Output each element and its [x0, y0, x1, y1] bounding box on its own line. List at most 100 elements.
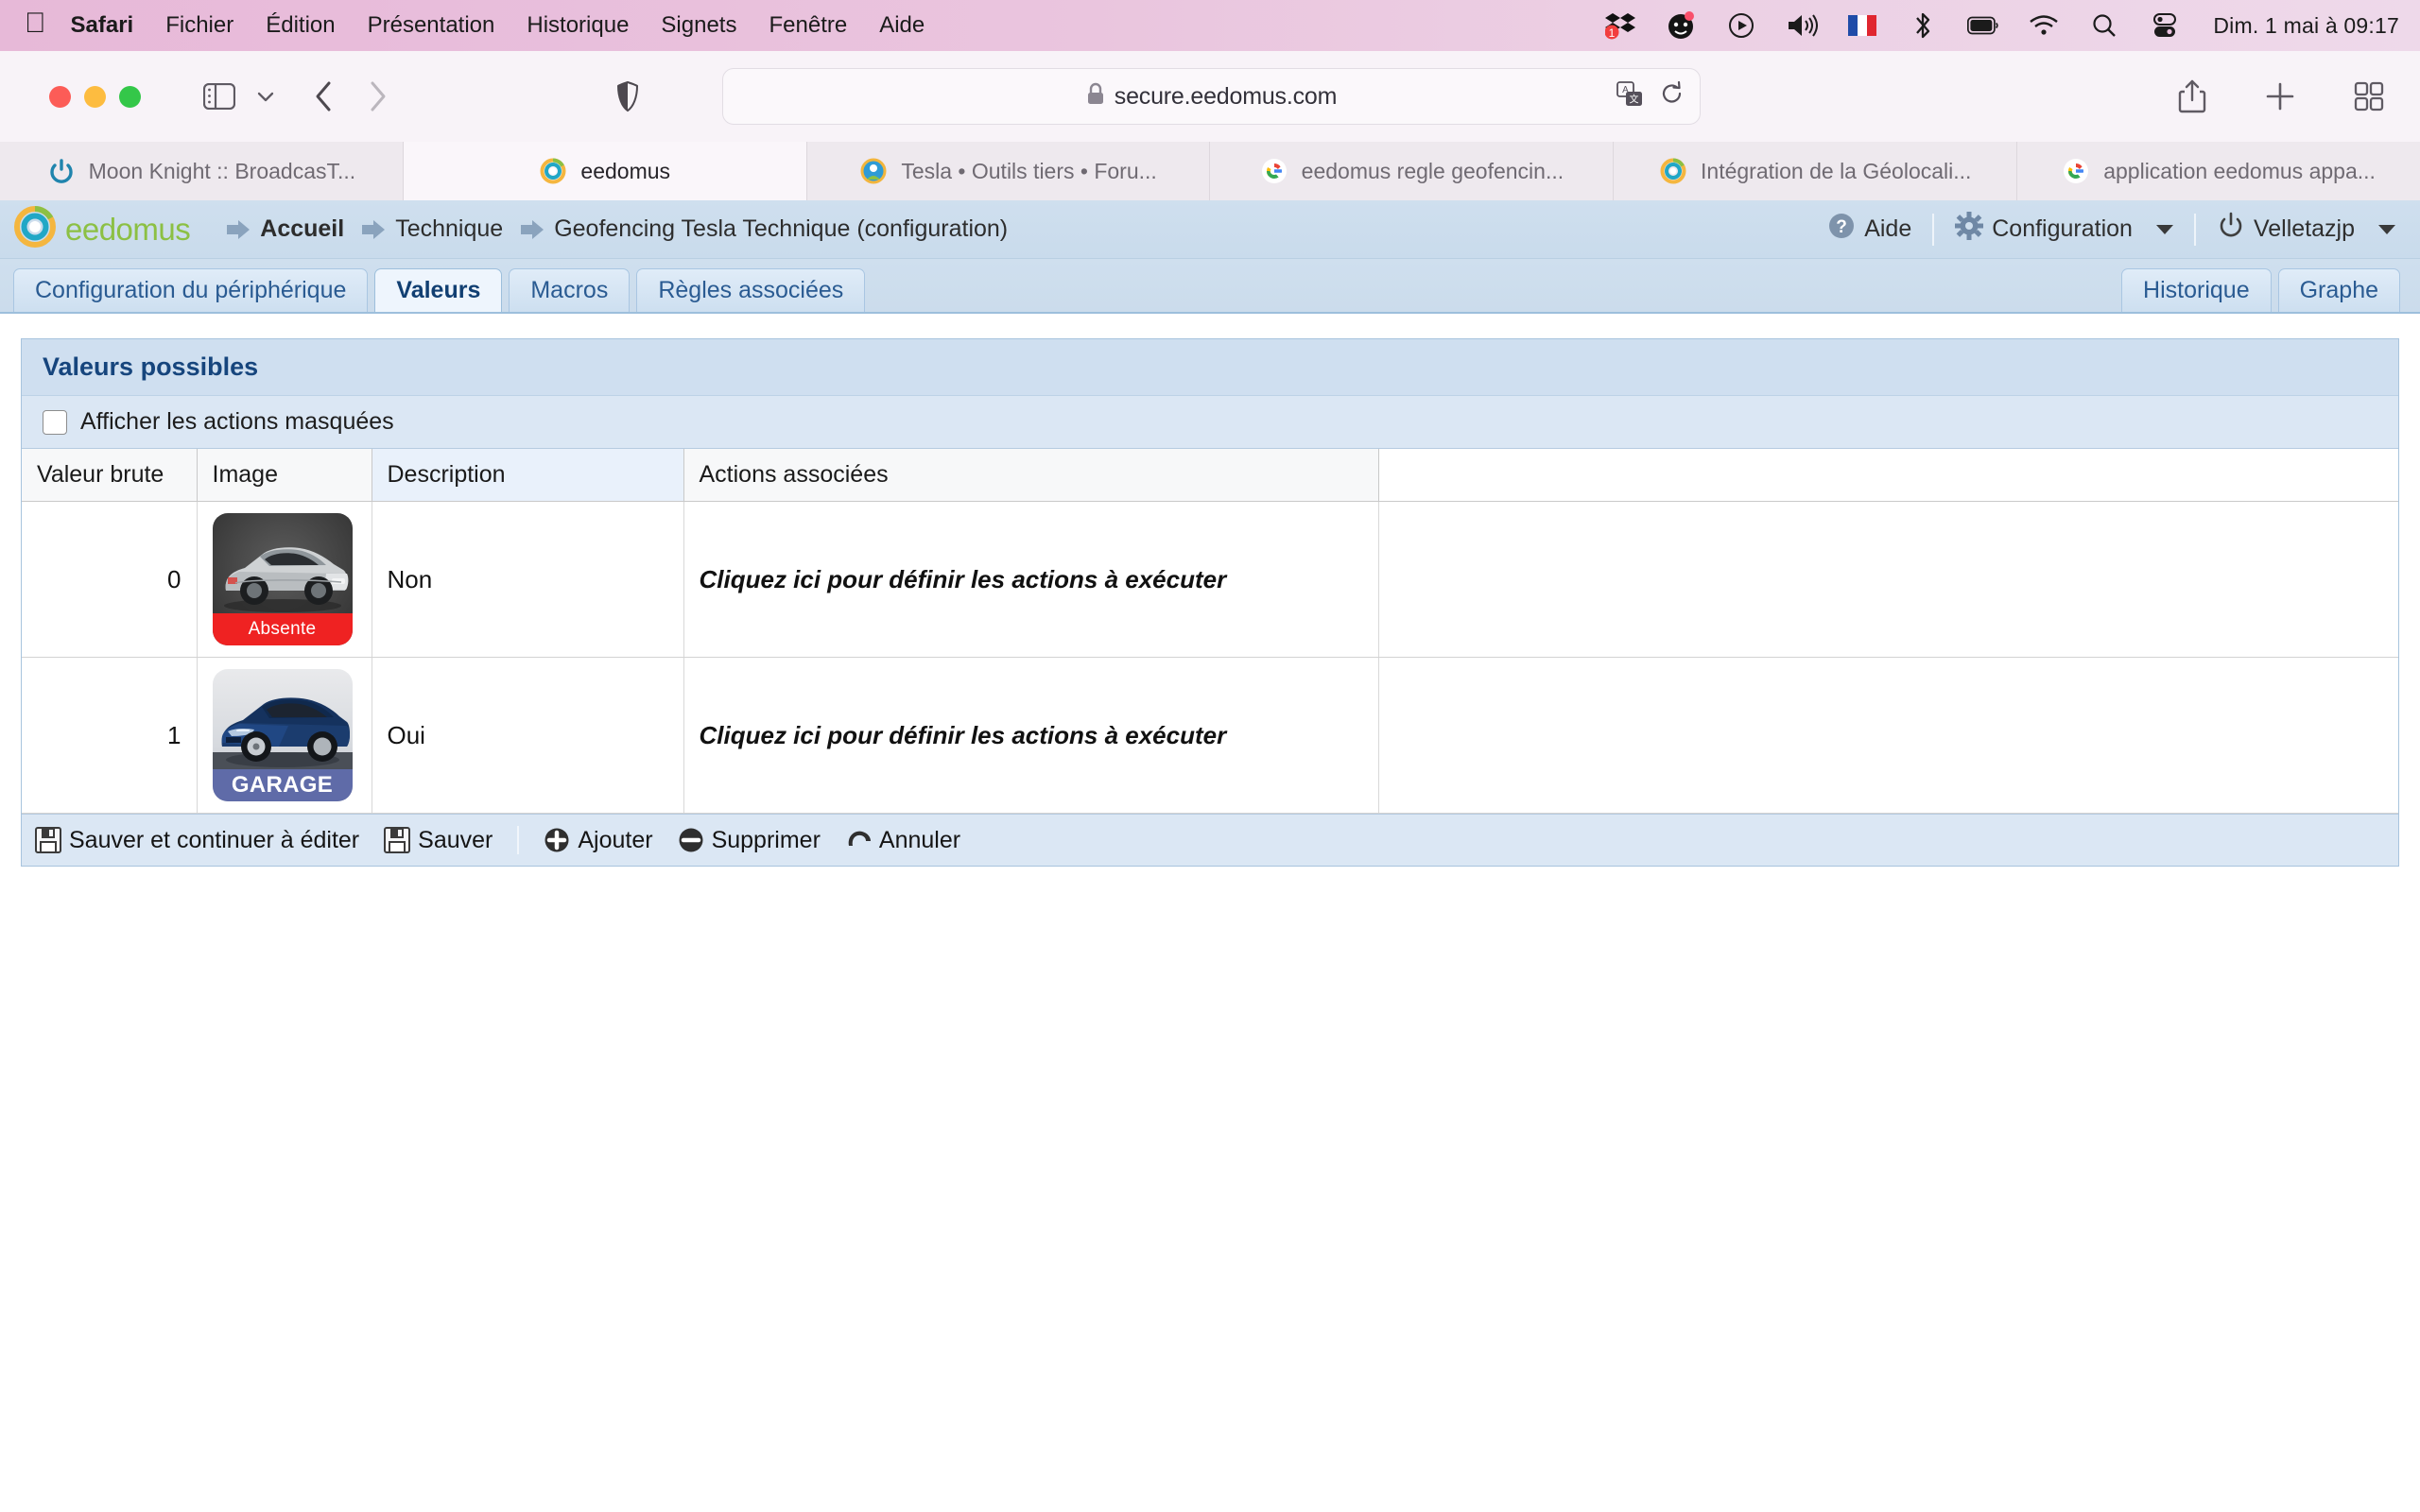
minimize-window-button[interactable]: [84, 85, 106, 108]
eedomus-header-actions: ? Aide Configuration Velletazjp: [1827, 212, 2395, 247]
playback-icon[interactable]: [1725, 9, 1757, 42]
chevron-down-icon[interactable]: [256, 90, 275, 103]
eedomus-header: eedomus Accueil Technique Geofencing Tes…: [0, 200, 2420, 259]
browser-tab-tesla-forum[interactable]: Tesla • Outils tiers • Foru...: [807, 142, 1211, 200]
breadcrumb-item-current[interactable]: Geofencing Tesla Technique (configuratio…: [520, 215, 1008, 243]
save-floppy-icon: [384, 827, 411, 853]
eedomus-logo-icon: [13, 205, 57, 253]
browser-tab-geolocalisation[interactable]: Intégration de la Géolocali...: [1614, 142, 2018, 200]
tab-regles-associees[interactable]: Règles associées: [636, 268, 866, 312]
cell-spacer: [1378, 657, 2398, 814]
table-row[interactable]: 0 Absente Non Cliquez ici pour définir l…: [22, 501, 2398, 658]
menu-bar-status-area: 1 Dim. 1 mai à 09:17: [1604, 9, 2399, 42]
chevron-down-icon[interactable]: [2378, 224, 2395, 234]
undo-icon: [845, 827, 872, 853]
menu-bar-clock[interactable]: Dim. 1 mai à 09:17: [2213, 13, 2399, 39]
browser-tab-label: Tesla • Outils tiers • Foru...: [901, 158, 1157, 183]
column-description[interactable]: Description: [372, 449, 684, 502]
menu-item-edition[interactable]: Édition: [266, 12, 335, 39]
forward-button[interactable]: [368, 80, 389, 112]
power-icon: [2217, 212, 2245, 247]
menu-item-safari[interactable]: Safari: [71, 12, 134, 39]
apple-logo-icon[interactable]: : [25, 9, 46, 38]
breadcrumb-label: Technique: [395, 215, 504, 242]
tab-valeurs[interactable]: Valeurs: [374, 268, 503, 312]
volume-icon[interactable]: [1786, 9, 1819, 42]
cell-image[interactable]: GARAGE: [197, 657, 372, 814]
french-flag-icon[interactable]: [1846, 9, 1878, 42]
menu-item-fenetre[interactable]: Fenêtre: [769, 12, 847, 39]
wifi-icon[interactable]: [2028, 9, 2060, 42]
help-circle-icon: ?: [1827, 212, 1856, 247]
value-image-absente[interactable]: Absente: [212, 513, 353, 645]
back-button[interactable]: [313, 80, 334, 112]
search-icon[interactable]: [2088, 9, 2120, 42]
breadcrumb-item-technique[interactable]: Technique: [361, 215, 503, 243]
show-hidden-actions-checkbox[interactable]: [43, 409, 67, 435]
cell-actions[interactable]: Cliquez ici pour définir les actions à e…: [683, 657, 1379, 814]
cell-image[interactable]: Absente: [197, 501, 372, 658]
share-icon[interactable]: [2178, 79, 2206, 113]
close-window-button[interactable]: [49, 85, 71, 108]
breadcrumb-label: Accueil: [260, 215, 345, 242]
menu-item-signets[interactable]: Signets: [661, 12, 736, 39]
menu-item-fichier[interactable]: Fichier: [165, 12, 233, 39]
browser-tab-google-geofencing[interactable]: eedomus regle geofencin...: [1210, 142, 1615, 200]
tab-historique[interactable]: Historique: [2121, 268, 2272, 312]
dropbox-icon[interactable]: 1: [1604, 9, 1636, 42]
browser-tab-label: Intégration de la Géolocali...: [1701, 158, 1972, 183]
cancel-button[interactable]: Annuler: [845, 827, 960, 854]
footer-button-label: Sauver et continuer à éditer: [69, 826, 360, 853]
plus-icon[interactable]: [2265, 81, 2295, 112]
delete-button[interactable]: Supprimer: [678, 827, 821, 854]
reload-icon[interactable]: [1660, 80, 1685, 112]
menu-item-presentation[interactable]: Présentation: [368, 12, 495, 39]
add-button[interactable]: Ajouter: [544, 827, 653, 854]
browser-tab-eedomus[interactable]: eedomus: [403, 142, 807, 200]
table-row[interactable]: 1 GARAGE Oui Cliquez ici pour définir le…: [22, 657, 2398, 814]
tab-configuration-peripherique[interactable]: Configuration du périphérique: [13, 268, 369, 312]
column-image[interactable]: Image: [197, 449, 372, 502]
arrow-right-icon: [361, 219, 386, 240]
breadcrumb-item-accueil[interactable]: Accueil: [226, 215, 344, 243]
address-bar-text[interactable]: secure.eedomus.com: [1115, 83, 1338, 111]
cell-description[interactable]: Non: [372, 501, 684, 658]
control-center-icon[interactable]: [2149, 9, 2181, 42]
tab-graphe[interactable]: Graphe: [2277, 268, 2400, 312]
address-bar[interactable]: secure.eedomus.com A 文: [722, 68, 1701, 125]
configuration-menu[interactable]: Configuration: [1955, 212, 2173, 247]
user-menu[interactable]: Velletazjp: [2217, 212, 2395, 247]
tab-overview-icon[interactable]: [2354, 81, 2384, 112]
column-valeur-brute[interactable]: Valeur brute: [22, 449, 198, 502]
browser-tab-google-application[interactable]: application eedomus appa...: [2017, 142, 2420, 200]
bluetooth-icon[interactable]: [1907, 9, 1939, 42]
save-button[interactable]: Sauver: [384, 827, 493, 854]
save-and-continue-button[interactable]: Sauver et continuer à éditer: [35, 827, 359, 854]
eedomus-logo[interactable]: eedomus: [13, 205, 191, 253]
cell-raw-value: 1: [22, 657, 198, 814]
battery-icon[interactable]: [1967, 9, 1999, 42]
privacy-shield-icon[interactable]: [615, 80, 640, 112]
help-button[interactable]: ? Aide: [1827, 212, 1911, 247]
cell-description[interactable]: Oui: [372, 657, 684, 814]
cell-actions[interactable]: Cliquez ici pour définir les actions à e…: [683, 501, 1379, 658]
value-image-banner: Absente: [212, 613, 353, 645]
menu-item-aide[interactable]: Aide: [879, 12, 925, 39]
zoom-window-button[interactable]: [119, 85, 141, 108]
translate-icon[interactable]: A 文: [1616, 80, 1643, 112]
value-image-garage[interactable]: GARAGE: [212, 669, 353, 801]
sidebar-icon[interactable]: [203, 83, 235, 110]
footer-button-label: Supprimer: [711, 826, 821, 853]
tab-macros[interactable]: Macros: [509, 268, 631, 312]
column-actions-associees[interactable]: Actions associées: [683, 449, 1379, 502]
svg-text:?: ?: [1836, 217, 1847, 237]
browser-tab-moon-knight[interactable]: Moon Knight :: BroadcasT...: [0, 142, 404, 200]
help-label: Aide: [1864, 215, 1912, 242]
device-tab-bar-right: Historique Graphe: [2121, 268, 2407, 312]
show-hidden-actions-label[interactable]: Afficher les actions masquées: [80, 408, 394, 436]
eedomus-page: eedomus Accueil Technique Geofencing Tes…: [0, 200, 2420, 1512]
chevron-down-icon[interactable]: [2155, 224, 2173, 234]
menu-item-historique[interactable]: Historique: [527, 12, 629, 39]
breadcrumb-label: Geofencing Tesla Technique (configuratio…: [554, 215, 1009, 242]
messenger-icon[interactable]: [1665, 9, 1697, 42]
